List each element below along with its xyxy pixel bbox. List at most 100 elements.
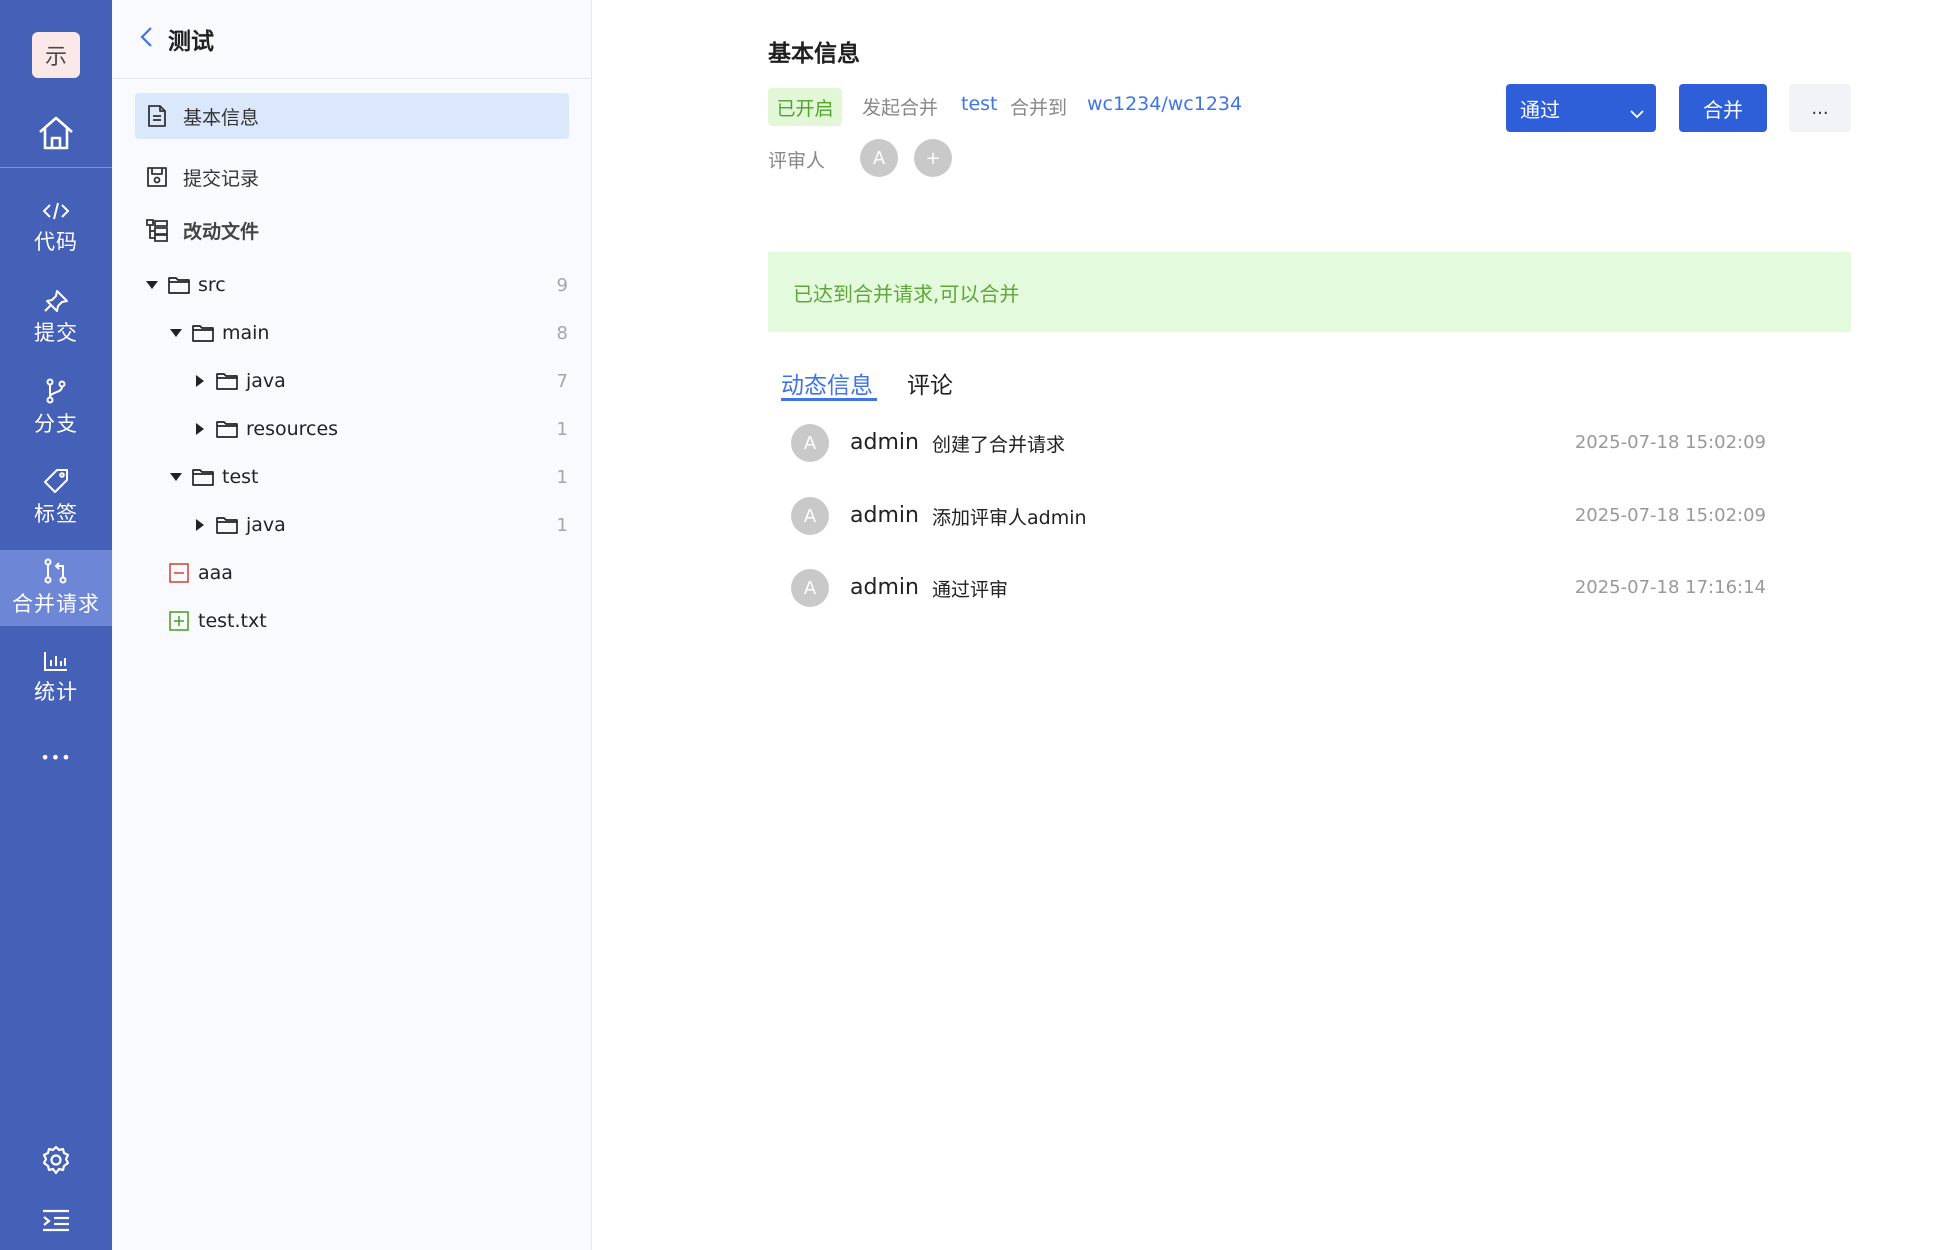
activity-time: 2025-07-18 15:02:09 bbox=[1574, 432, 1766, 453]
nav-basic-info[interactable]: 基本信息 bbox=[135, 93, 569, 139]
nav-commit-records[interactable]: 提交记录 bbox=[135, 154, 569, 200]
app-logo[interactable]: 示 bbox=[32, 32, 80, 78]
rail-item-label: 代码 bbox=[34, 230, 78, 254]
page-title: 测试 bbox=[168, 29, 214, 55]
panel-header: 测试 bbox=[112, 0, 592, 79]
caret-down-icon[interactable] bbox=[144, 277, 160, 293]
file-added-icon bbox=[166, 610, 192, 632]
rail-item-merge-requests[interactable]: 合并请求 bbox=[0, 550, 112, 626]
more-actions-button[interactable]: ... bbox=[1789, 84, 1851, 132]
tree-item-name: resources bbox=[246, 418, 339, 440]
caret-down-icon[interactable] bbox=[168, 325, 184, 341]
tree-item-count: 1 bbox=[556, 466, 568, 488]
document-icon bbox=[137, 104, 177, 128]
nav-item-label: 提交记录 bbox=[183, 167, 260, 190]
folder-icon bbox=[166, 274, 192, 296]
chevron-down-icon bbox=[1630, 100, 1644, 124]
source-branch-link[interactable]: test bbox=[961, 93, 998, 115]
activity-item: A admin 添加评审人admin 2025-07-18 15:02:09 bbox=[791, 495, 1851, 539]
detail-nav-panel: 测试 基本信息 提交记录 改动文件 src 9 main 8 java 7 re… bbox=[112, 0, 592, 1250]
add-reviewer-button[interactable]: + bbox=[914, 139, 952, 177]
rail-item-label: 标签 bbox=[34, 502, 78, 526]
tree-item-count: 8 bbox=[556, 322, 568, 344]
tree-item-name: test bbox=[222, 466, 259, 488]
main-content: 基本信息 已开启 发起合并 test 合并到 wc1234/wc1234 评审人… bbox=[593, 0, 1952, 1250]
approve-button-label: 通过 bbox=[1520, 97, 1560, 122]
initiated-label: 发起合并 bbox=[862, 97, 939, 119]
tree-item-count: 9 bbox=[556, 274, 568, 296]
settings-button[interactable] bbox=[0, 1140, 112, 1184]
nav-rail: 示 代码 提交 分支 标签 合并请求 统计 ••• bbox=[0, 0, 112, 1250]
reviewer-avatar[interactable]: A bbox=[860, 139, 898, 177]
tree-item-name: aaa bbox=[198, 562, 233, 584]
chevron-left-icon bbox=[139, 26, 153, 52]
tree-item-name: src bbox=[198, 274, 226, 296]
folder-icon bbox=[214, 514, 240, 536]
rail-item-code[interactable]: 代码 bbox=[0, 190, 112, 266]
rail-more-button[interactable]: ••• bbox=[0, 740, 112, 774]
folder-icon bbox=[214, 370, 240, 392]
section-title: 基本信息 bbox=[768, 41, 860, 67]
merge-ready-notice: 已达到合并请求,可以合并 bbox=[768, 252, 1851, 332]
tree-file-test-txt[interactable]: test.txt bbox=[112, 601, 592, 641]
merge-request-icon bbox=[43, 558, 69, 584]
activity-time: 2025-07-18 15:02:09 bbox=[1574, 505, 1766, 526]
back-button[interactable] bbox=[134, 27, 158, 51]
indent-icon bbox=[41, 1208, 71, 1236]
gear-icon bbox=[41, 1145, 71, 1179]
merge-to-label: 合并到 bbox=[1010, 97, 1068, 119]
tree-folder-resources[interactable]: resources 1 bbox=[112, 409, 592, 449]
rail-item-statistics[interactable]: 统计 bbox=[0, 640, 112, 716]
tag-icon bbox=[43, 468, 69, 494]
rail-item-tags[interactable]: 标签 bbox=[0, 460, 112, 536]
tree-item-name: java bbox=[246, 370, 286, 392]
approve-dropdown-button[interactable]: 通过 bbox=[1506, 84, 1656, 132]
branch-icon bbox=[44, 378, 68, 404]
home-button[interactable] bbox=[0, 104, 112, 166]
chart-icon bbox=[43, 650, 69, 672]
file-tree-icon bbox=[137, 218, 177, 242]
caret-right-icon[interactable] bbox=[192, 421, 208, 437]
tree-item-name: main bbox=[222, 322, 270, 344]
commit-record-icon bbox=[137, 166, 177, 188]
target-branch-link[interactable]: wc1234/wc1234 bbox=[1087, 93, 1242, 115]
folder-icon bbox=[190, 466, 216, 488]
caret-down-icon[interactable] bbox=[168, 469, 184, 485]
collapse-menu-button[interactable] bbox=[0, 1200, 112, 1244]
tree-folder-main[interactable]: main 8 bbox=[112, 313, 592, 353]
tree-item-count: 1 bbox=[556, 514, 568, 536]
tree-item-count: 1 bbox=[556, 418, 568, 440]
status-badge: 已开启 bbox=[768, 88, 842, 126]
tab-activity[interactable]: 动态信息 bbox=[781, 366, 873, 400]
tree-folder-java[interactable]: java 1 bbox=[112, 505, 592, 545]
activity-time: 2025-07-18 17:16:14 bbox=[1574, 577, 1766, 598]
more-icon: ••• bbox=[40, 747, 72, 767]
rail-divider bbox=[0, 167, 112, 168]
rail-item-label: 提交 bbox=[34, 321, 78, 345]
tree-folder-java[interactable]: java 7 bbox=[112, 361, 592, 401]
nav-item-label: 改动文件 bbox=[183, 220, 260, 243]
caret-right-icon[interactable] bbox=[192, 373, 208, 389]
home-icon bbox=[36, 114, 76, 156]
folder-icon bbox=[214, 418, 240, 440]
tree-folder-test[interactable]: test 1 bbox=[112, 457, 592, 497]
caret-right-icon[interactable] bbox=[192, 517, 208, 533]
merge-button[interactable]: 合并 bbox=[1679, 84, 1767, 132]
tab-comments[interactable]: 评论 bbox=[907, 366, 953, 400]
rail-item-label: 合并请求 bbox=[12, 592, 100, 616]
activity-item: A admin 创建了合并请求 2025-07-18 15:02:09 bbox=[791, 422, 1851, 466]
code-icon bbox=[42, 200, 70, 222]
nav-changed-files[interactable]: 改动文件 bbox=[135, 207, 569, 253]
tree-folder-src[interactable]: src 9 bbox=[112, 265, 592, 305]
active-tab-indicator bbox=[781, 398, 877, 401]
rail-item-branches[interactable]: 分支 bbox=[0, 370, 112, 446]
nav-item-label: 基本信息 bbox=[183, 106, 260, 129]
file-deleted-icon bbox=[166, 562, 192, 584]
reviewer-label: 评审人 bbox=[768, 150, 826, 172]
rail-item-label: 分支 bbox=[34, 412, 78, 436]
rail-item-commits[interactable]: 提交 bbox=[0, 280, 112, 356]
pin-icon bbox=[43, 289, 69, 313]
tree-file-aaa[interactable]: aaa bbox=[112, 553, 592, 593]
activity-item: A admin 通过评审 2025-07-18 17:16:14 bbox=[791, 567, 1851, 611]
tree-item-name: test.txt bbox=[198, 610, 267, 632]
